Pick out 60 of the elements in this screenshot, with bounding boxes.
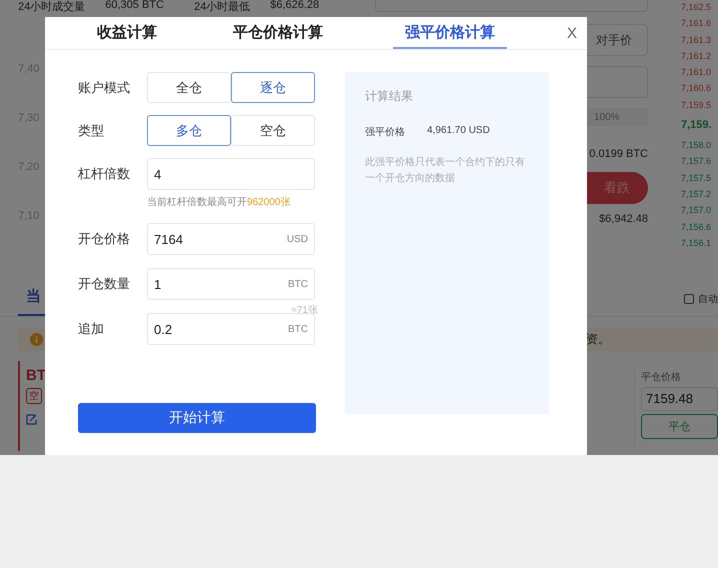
calculate-button[interactable]: 开始计算 xyxy=(78,403,316,433)
input-field[interactable]: 7164 USD xyxy=(147,223,315,255)
edit-icon[interactable] xyxy=(26,414,37,425)
info-icon xyxy=(30,333,43,346)
field-label: 类型 xyxy=(78,122,105,140)
available-balance: 0.0199 BTC xyxy=(589,148,648,160)
leverage-hint: 当前杠杆倍数最高可开962000张 xyxy=(147,196,292,209)
last-price: 7,159. xyxy=(681,118,713,134)
bid-price: 7,156.6 xyxy=(681,220,712,234)
balance-text: $6,942.48 xyxy=(599,213,648,225)
unit-label: USD xyxy=(286,234,308,244)
bid-price: 7,157.6 xyxy=(681,155,712,168)
unit-label: BTC xyxy=(288,278,308,290)
notice-text: 资。 xyxy=(586,331,610,348)
result-label: 强平价格 xyxy=(365,126,405,139)
option-button[interactable]: 逐仓 xyxy=(231,72,315,103)
field-label: 开仓价格 xyxy=(78,230,131,248)
ask-price: 7,160.6 xyxy=(681,82,712,96)
input-value: 1 xyxy=(154,276,162,292)
ask-price: 7,161.3 xyxy=(681,34,712,47)
option-button[interactable]: 多仓 xyxy=(147,115,231,146)
field-label: 账户模式 xyxy=(78,78,131,96)
result-value: 4,961.70 USD xyxy=(427,125,490,138)
option-button[interactable]: 全仓 xyxy=(147,72,231,103)
result-note: 此强平价格只代表一个合约下的只有一个开仓方向的数据 xyxy=(365,156,526,186)
symbol-text: BT xyxy=(26,367,46,384)
input-field[interactable]: 0.2 BTC xyxy=(147,313,315,345)
dialog-tab[interactable]: 平仓价格计算 xyxy=(221,17,335,49)
option-button[interactable]: 空仓 xyxy=(231,115,315,146)
ask-price: 7,161.2 xyxy=(681,50,712,63)
stat-label: 24小时最低 xyxy=(194,0,250,15)
dialog-tab[interactable]: 强平价格计算 xyxy=(393,17,507,49)
ask-price: 7,159.5 xyxy=(681,98,712,112)
ask-price: 7,161.6 xyxy=(681,17,712,30)
checkbox-label: 自动 xyxy=(698,293,718,306)
bid-price: 7,158.0 xyxy=(681,139,712,152)
bid-price: 7,157.5 xyxy=(681,172,712,185)
field-label: 开仓数量 xyxy=(78,275,131,293)
field-label: 杠杆倍数 xyxy=(78,165,131,183)
input-value: 4 xyxy=(154,166,162,182)
ask-price: 7,162.5 xyxy=(681,1,712,14)
input-field[interactable]: 4 xyxy=(147,158,315,190)
close-price-field[interactable]: 7159.48 xyxy=(641,387,718,411)
input-value: 7164 xyxy=(154,232,184,246)
input-value: 0.2 xyxy=(154,322,174,336)
stat-label: 24小时成交量 xyxy=(18,0,86,15)
bid-price: 7,157.2 xyxy=(681,188,712,201)
ask-price: 7,161.0 xyxy=(681,66,712,80)
side-tag: 空 xyxy=(26,388,42,404)
result-title: 计算结果 xyxy=(365,88,414,105)
dialog-tab[interactable]: 收益计算 xyxy=(85,17,169,49)
bid-price: 7,156.1 xyxy=(681,236,712,250)
field-label: 追加 xyxy=(78,320,105,338)
bid-price: 7,157.0 xyxy=(681,204,712,218)
close-button[interactable]: X xyxy=(566,25,577,42)
checkbox[interactable] xyxy=(684,294,694,304)
close-price-label: 平仓价格 xyxy=(641,370,682,384)
stat-value: $6,626.28 xyxy=(270,0,320,13)
unit-label: BTC xyxy=(288,324,308,334)
stat-value: 60,305 BTC xyxy=(105,0,164,13)
